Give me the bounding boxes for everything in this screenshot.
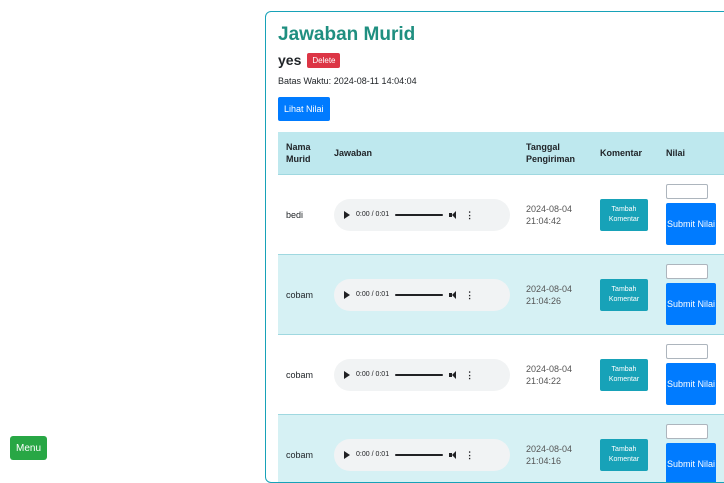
table-row: bedi 0:00 / 0:01 ⋮ 2024-08-04 21:04:42 T… bbox=[278, 175, 724, 255]
volume-icon[interactable] bbox=[449, 291, 459, 299]
menu-button[interactable]: Menu bbox=[10, 436, 47, 460]
page-title: Jawaban Murid bbox=[278, 24, 415, 46]
header-nama-murid: Nama Murid bbox=[278, 132, 326, 175]
audio-progress-track[interactable] bbox=[395, 374, 443, 376]
tambah-komentar-button[interactable]: Tambah Komentar bbox=[600, 439, 648, 471]
audio-player[interactable]: 0:00 / 0:01 ⋮ bbox=[334, 359, 510, 391]
header-tanggal: Tanggal Pengiriman bbox=[518, 132, 592, 175]
deadline-text: Batas Waktu: 2024-08-11 14:04:04 bbox=[278, 76, 417, 86]
table-row: cobam 0:00 / 0:01 ⋮ 2024-08-04 21:04:16 … bbox=[278, 415, 724, 483]
table-header-row: Nama Murid Jawaban Tanggal Pengiriman Ko… bbox=[278, 132, 724, 175]
play-icon[interactable] bbox=[344, 211, 350, 219]
audio-time: 0:00 / 0:01 bbox=[356, 371, 389, 378]
delete-button[interactable]: Delete bbox=[307, 53, 340, 68]
more-vertical-icon[interactable]: ⋮ bbox=[465, 211, 474, 219]
play-icon[interactable] bbox=[344, 291, 350, 299]
table-row: cobam 0:00 / 0:01 ⋮ 2024-08-04 21:04:22 … bbox=[278, 335, 724, 415]
tambah-komentar-button[interactable]: Tambah Komentar bbox=[600, 279, 648, 311]
nilai-input[interactable] bbox=[666, 344, 708, 359]
lihat-nilai-button[interactable]: Lihat Nilai bbox=[278, 97, 330, 121]
submission-date: 2024-08-04 21:04:42 bbox=[526, 204, 572, 226]
more-vertical-icon[interactable]: ⋮ bbox=[465, 371, 474, 379]
audio-progress-track[interactable] bbox=[395, 454, 443, 456]
play-icon[interactable] bbox=[344, 451, 350, 459]
audio-time: 0:00 / 0:01 bbox=[356, 451, 389, 458]
submission-date: 2024-08-04 21:04:22 bbox=[526, 364, 572, 386]
nilai-input[interactable] bbox=[666, 264, 708, 279]
audio-player[interactable]: 0:00 / 0:01 ⋮ bbox=[334, 279, 510, 311]
answers-table: Nama Murid Jawaban Tanggal Pengiriman Ko… bbox=[278, 132, 724, 483]
student-name: bedi bbox=[286, 210, 303, 220]
submission-date: 2024-08-04 21:04:26 bbox=[526, 284, 572, 306]
student-name: cobam bbox=[286, 450, 313, 460]
more-vertical-icon[interactable]: ⋮ bbox=[465, 451, 474, 459]
submit-nilai-button[interactable]: Submit Nilai bbox=[666, 283, 716, 325]
nilai-cell: Submit Nilai bbox=[666, 264, 724, 325]
tambah-komentar-button[interactable]: Tambah Komentar bbox=[600, 359, 648, 391]
volume-icon[interactable] bbox=[449, 371, 459, 379]
nilai-cell: Submit Nilai bbox=[666, 344, 724, 405]
table-row: cobam 0:00 / 0:01 ⋮ 2024-08-04 21:04:26 … bbox=[278, 255, 724, 335]
submit-nilai-button[interactable]: Submit Nilai bbox=[666, 443, 716, 483]
submission-date: 2024-08-04 21:04:16 bbox=[526, 444, 572, 466]
audio-player[interactable]: 0:00 / 0:01 ⋮ bbox=[334, 439, 510, 471]
volume-icon[interactable] bbox=[449, 211, 459, 219]
nilai-cell: Submit Nilai bbox=[666, 424, 724, 483]
submit-nilai-button[interactable]: Submit Nilai bbox=[666, 363, 716, 405]
audio-progress-track[interactable] bbox=[395, 294, 443, 296]
nilai-cell: Submit Nilai bbox=[666, 184, 724, 245]
student-name: cobam bbox=[286, 290, 313, 300]
answers-card: Jawaban Murid yes Delete Batas Waktu: 20… bbox=[265, 11, 724, 483]
audio-time: 0:00 / 0:01 bbox=[356, 211, 389, 218]
header-komentar: Komentar bbox=[592, 132, 658, 175]
assignment-title: yes bbox=[278, 52, 301, 68]
audio-time: 0:00 / 0:01 bbox=[356, 291, 389, 298]
student-name: cobam bbox=[286, 370, 313, 380]
header-jawaban: Jawaban bbox=[326, 132, 518, 175]
assignment-row: yes Delete bbox=[278, 52, 340, 68]
volume-icon[interactable] bbox=[449, 451, 459, 459]
audio-player[interactable]: 0:00 / 0:01 ⋮ bbox=[334, 199, 510, 231]
audio-progress-track[interactable] bbox=[395, 214, 443, 216]
submit-nilai-button[interactable]: Submit Nilai bbox=[666, 203, 716, 245]
nilai-input[interactable] bbox=[666, 184, 708, 199]
header-nilai: Nilai bbox=[658, 132, 724, 175]
more-vertical-icon[interactable]: ⋮ bbox=[465, 291, 474, 299]
nilai-input[interactable] bbox=[666, 424, 708, 439]
play-icon[interactable] bbox=[344, 371, 350, 379]
tambah-komentar-button[interactable]: Tambah Komentar bbox=[600, 199, 648, 231]
